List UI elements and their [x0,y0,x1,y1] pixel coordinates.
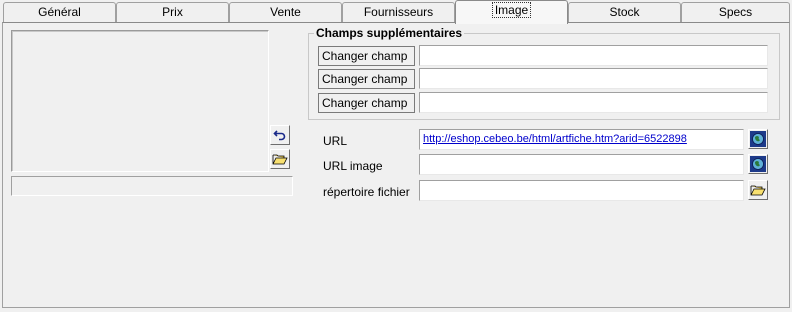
tab-stock[interactable]: Stock [568,2,681,22]
globe-icon [750,131,766,147]
open-url-image-button[interactable] [748,154,768,174]
tab-vente[interactable]: Vente [229,2,342,22]
url-image-input[interactable] [419,154,744,175]
tab-label: Prix [162,5,183,19]
image-caption-field [11,176,293,196]
tab-label: Specs [718,5,753,19]
tab-label: Image [491,2,532,18]
extra-field-input[interactable] [419,92,768,113]
tab-image[interactable]: Image [455,0,568,24]
file-directory-input[interactable] [419,180,744,201]
browse-folder-button[interactable] [748,180,768,200]
url-image-label: URL image [323,159,383,173]
file-directory-label: répertoire fichier [323,185,410,199]
url-label: URL [323,134,348,148]
tab-prix[interactable]: Prix [116,2,229,22]
tab-label: Vente [270,5,301,19]
tab-general[interactable]: Général [3,2,116,22]
change-field-button[interactable]: Changer champ [318,46,415,66]
load-image-button[interactable] [270,149,290,169]
extra-field-input[interactable] [419,45,768,66]
tab-strip: Général Prix Vente Fournisseurs Image St… [0,0,792,24]
open-url-button[interactable] [748,129,768,149]
globe-icon [750,156,766,172]
tab-specs[interactable]: Specs [681,2,790,22]
change-field-button[interactable]: Changer champ [318,69,415,89]
tab-fournisseurs[interactable]: Fournisseurs [342,2,455,22]
open-folder-icon [750,183,766,197]
image-preview [11,30,269,172]
open-folder-icon [272,152,288,166]
change-field-button[interactable]: Changer champ [318,93,415,113]
tab-label: Stock [609,5,640,19]
tab-label: Fournisseurs [363,5,434,19]
url-link[interactable]: http://eshop.cebeo.be/html/artfiche.htm?… [423,133,687,145]
tab-label: Général [38,5,81,19]
extra-fields-title: Champs supplémentaires [314,26,465,40]
undo-button[interactable] [270,125,290,145]
extra-field-input[interactable] [419,68,768,89]
undo-icon [273,128,287,142]
